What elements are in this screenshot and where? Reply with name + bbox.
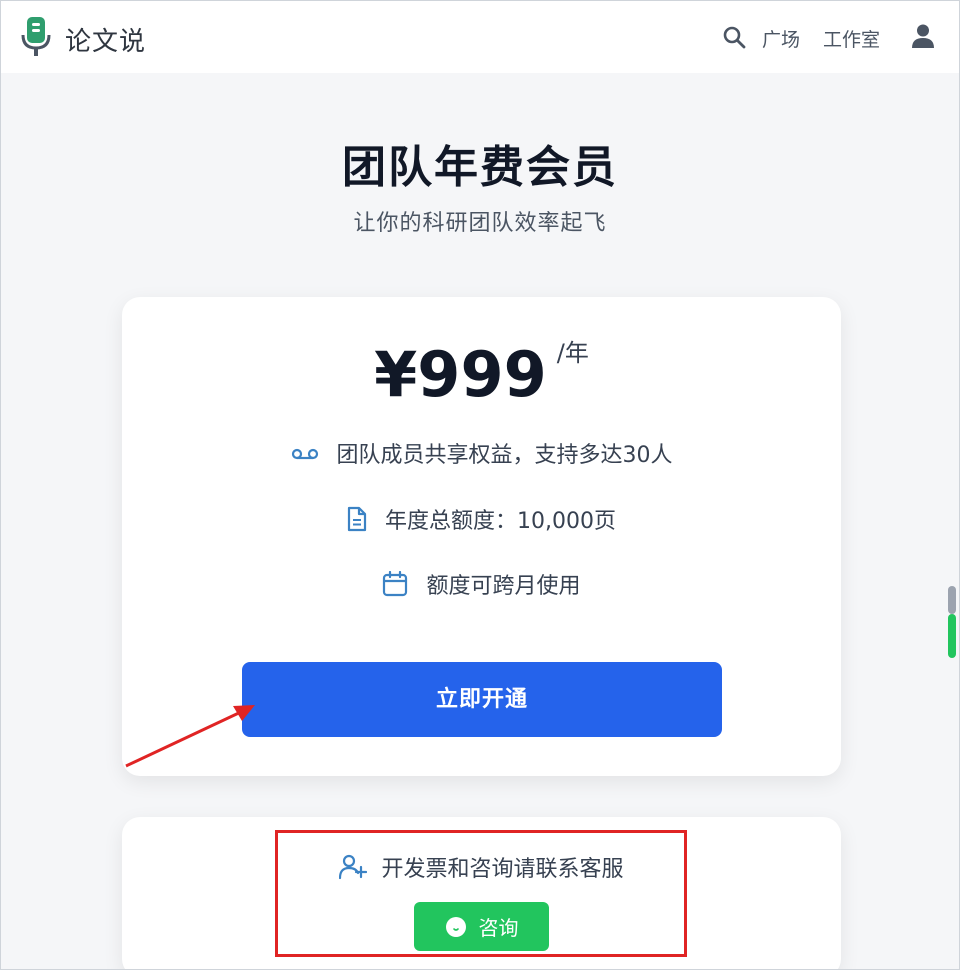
feature-item: 年度总额度：10,000页 <box>122 503 841 535</box>
scrollbar-track <box>948 586 956 614</box>
search-icon[interactable] <box>722 25 746 49</box>
feature-text: 额度可跨月使用 <box>426 574 581 599</box>
document-icon <box>347 506 367 532</box>
voicemail-icon <box>291 448 318 460</box>
chat-bubble-icon <box>445 916 466 937</box>
scrollbar-thumb[interactable] <box>948 614 956 658</box>
feature-item: 额度可跨月使用 <box>122 568 841 600</box>
brand-name[interactable]: 论文说 <box>65 21 146 58</box>
consult-button-label: 咨询 <box>478 916 519 940</box>
page: 论文说 广场 工作室 团队年费会员 让你的科研团队效率起飞 ¥999/年 团队成… <box>0 0 960 970</box>
activate-now-button[interactable]: 立即开通 <box>242 662 722 737</box>
nav-link-studio[interactable]: 工作室 <box>823 25 880 52</box>
nav-link-square[interactable]: 广场 <box>762 25 800 52</box>
feature-item: 团队成员共享权益，支持多达30人 <box>122 437 841 469</box>
scrollbar[interactable] <box>946 586 958 661</box>
contact-card: 开发票和咨询请联系客服 咨询 <box>122 817 841 969</box>
annotation-arrow-icon <box>125 705 255 768</box>
page-subtitle: 让你的科研团队效率起飞 <box>353 211 607 236</box>
price-row: ¥999/年 <box>122 333 841 411</box>
microphone-logo-icon[interactable] <box>21 17 51 57</box>
user-icon[interactable] <box>910 23 936 49</box>
contact-text: 开发票和咨询请联系客服 <box>381 857 624 882</box>
contact-info: 开发票和咨询请联系客服 <box>122 851 841 883</box>
calendar-icon <box>383 571 408 597</box>
feature-text: 年度总额度：10,000页 <box>385 509 616 534</box>
price-unit: /年 <box>556 339 589 367</box>
page-title: 团队年费会员 <box>342 142 618 193</box>
price-amount: ¥999 <box>374 338 547 411</box>
feature-text: 团队成员共享权益，支持多达30人 <box>336 443 673 468</box>
consult-button[interactable]: 咨询 <box>414 902 549 951</box>
top-navigation-bar: 论文说 广场 工作室 <box>1 1 959 73</box>
add-user-icon <box>339 854 368 880</box>
